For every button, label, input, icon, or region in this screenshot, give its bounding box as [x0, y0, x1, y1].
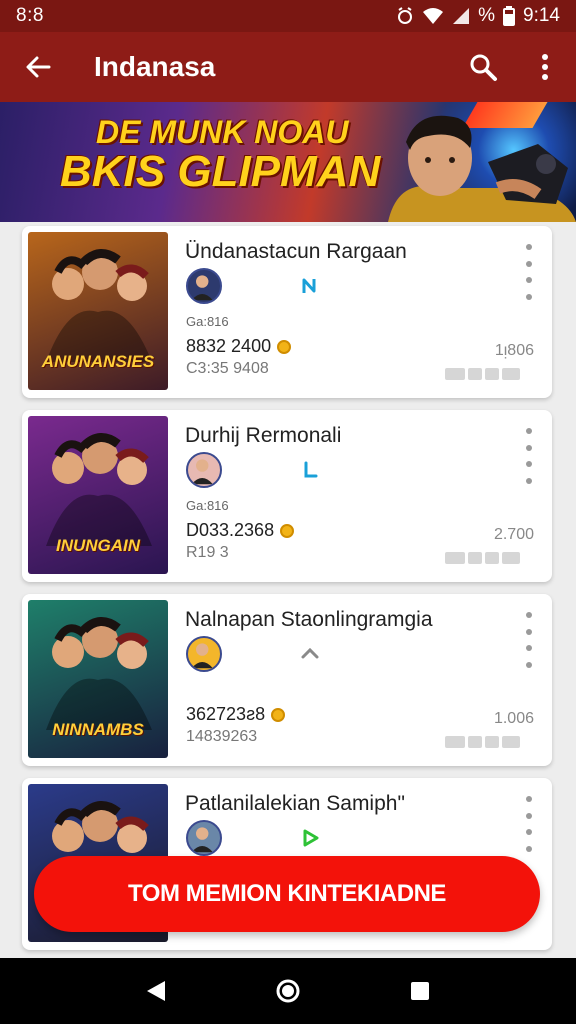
nav-home-button[interactable] — [266, 969, 310, 1013]
game-sub-value: R19 3 — [186, 544, 229, 561]
back-button[interactable] — [0, 32, 76, 102]
nav-recents-button[interactable] — [398, 969, 442, 1013]
game-title[interactable]: Nalnapan Staonlingramgia — [185, 608, 433, 632]
app-bar: Indanasa — [0, 32, 576, 102]
app-title: Indanasa — [94, 51, 216, 82]
play-badge-icon — [300, 828, 320, 848]
chevron-up-icon — [300, 644, 320, 664]
wifi-icon — [422, 7, 444, 25]
creator-avatar[interactable] — [186, 268, 222, 304]
game-thumbnail[interactable]: ANUNANSIES — [28, 232, 168, 390]
back-triangle-icon — [147, 981, 165, 1001]
game-value-text: D033.2368 — [186, 520, 275, 540]
status-icons: % 9:14 — [396, 5, 560, 27]
game-value: 362723ƨ8 — [186, 704, 286, 725]
thumbnail-caption: NINNAMBS — [52, 720, 144, 739]
game-value-text: 362723ƨ8 — [186, 704, 266, 724]
recents-square-icon — [411, 982, 429, 1000]
item-more-icon[interactable] — [524, 612, 534, 668]
search-button[interactable] — [452, 32, 514, 102]
nav-back-button[interactable] — [134, 969, 178, 1013]
game-list-item[interactable]: INUNGAIN Durhij Rermonali Ga:816 D033.23… — [22, 410, 552, 582]
game-value: D033.2368 — [186, 520, 295, 541]
creator-avatar[interactable] — [186, 452, 222, 488]
banner-line-1: DE MUNK NOAU — [96, 114, 349, 150]
coin-icon — [280, 523, 295, 538]
home-circle-icon — [276, 979, 300, 1003]
rating-pills — [445, 552, 520, 564]
game-thumbnail[interactable]: INUNGAIN — [28, 416, 168, 574]
game-list-item[interactable]: ANUNANSIES Ündanastacun Rargaan Ga:816 8… — [22, 226, 552, 398]
game-meta-label: Ga:816 — [186, 498, 229, 513]
game-value-text: 8832 2400 — [186, 336, 272, 356]
game-list-item[interactable]: NINNAMBS Nalnapan Staonlingramgia 362723… — [22, 594, 552, 766]
primary-action-button[interactable]: TOM MEMION KINTEKIADNE — [34, 856, 540, 932]
thumbnail-caption: INUNGAIN — [55, 536, 141, 555]
signal-icon — [452, 7, 470, 25]
banner-hero-image — [388, 115, 576, 222]
back-arrow-icon — [26, 56, 51, 78]
creator-avatar[interactable] — [186, 636, 222, 672]
rating-pills — [445, 368, 520, 380]
game-thumbnail[interactable]: NINNAMBS — [28, 600, 168, 758]
system-nav-bar — [0, 958, 576, 1024]
promo-banner[interactable]: DE MUNK NOAU BKIS GLIPMAN — [0, 102, 576, 222]
n-badge-icon — [300, 276, 320, 296]
game-meta-label: Ga:816 — [186, 314, 229, 329]
more-vertical-icon — [542, 54, 548, 80]
status-time-left: 8:8 — [16, 5, 44, 26]
item-more-icon[interactable] — [524, 244, 534, 300]
game-value: 8832 2400 — [186, 336, 292, 357]
l-badge-icon — [300, 460, 320, 480]
game-sub-value: C3:35 9408 — [186, 360, 269, 377]
coin-icon — [271, 707, 286, 722]
item-more-icon[interactable] — [524, 796, 534, 852]
game-count: 1ᴉ806 — [494, 342, 534, 359]
battery-icon — [503, 6, 516, 26]
creator-avatar[interactable] — [186, 820, 222, 856]
game-sub-value: 14839263 — [186, 728, 258, 745]
game-title[interactable]: Patlanilalekian Samiph" — [185, 792, 405, 816]
alarm-icon — [396, 7, 414, 25]
game-title[interactable]: Durhij Rermonali — [185, 424, 341, 448]
search-icon — [470, 54, 497, 81]
more-options-button[interactable] — [514, 32, 576, 102]
battery-percent: % — [478, 5, 496, 26]
rating-pills — [445, 736, 520, 748]
thumbnail-caption: ANUNANSIES — [41, 352, 155, 371]
game-title[interactable]: Ündanastacun Rargaan — [185, 240, 407, 264]
screen: 8:8 % 9:14 Indanasa DE MUNK NOAU BKIS GL… — [0, 0, 576, 1024]
coin-icon — [277, 339, 292, 354]
status-bar: 8:8 % 9:14 — [0, 0, 576, 32]
status-time-right: 9:14 — [523, 5, 560, 26]
banner-line-2: BKIS GLIPMAN — [60, 147, 381, 196]
game-count: 1.006 — [493, 710, 534, 727]
banner-headline: DE MUNK NOAU BKIS GLIPMAN — [60, 116, 390, 194]
game-count: 2.700 — [493, 526, 534, 543]
item-more-icon[interactable] — [524, 428, 534, 484]
